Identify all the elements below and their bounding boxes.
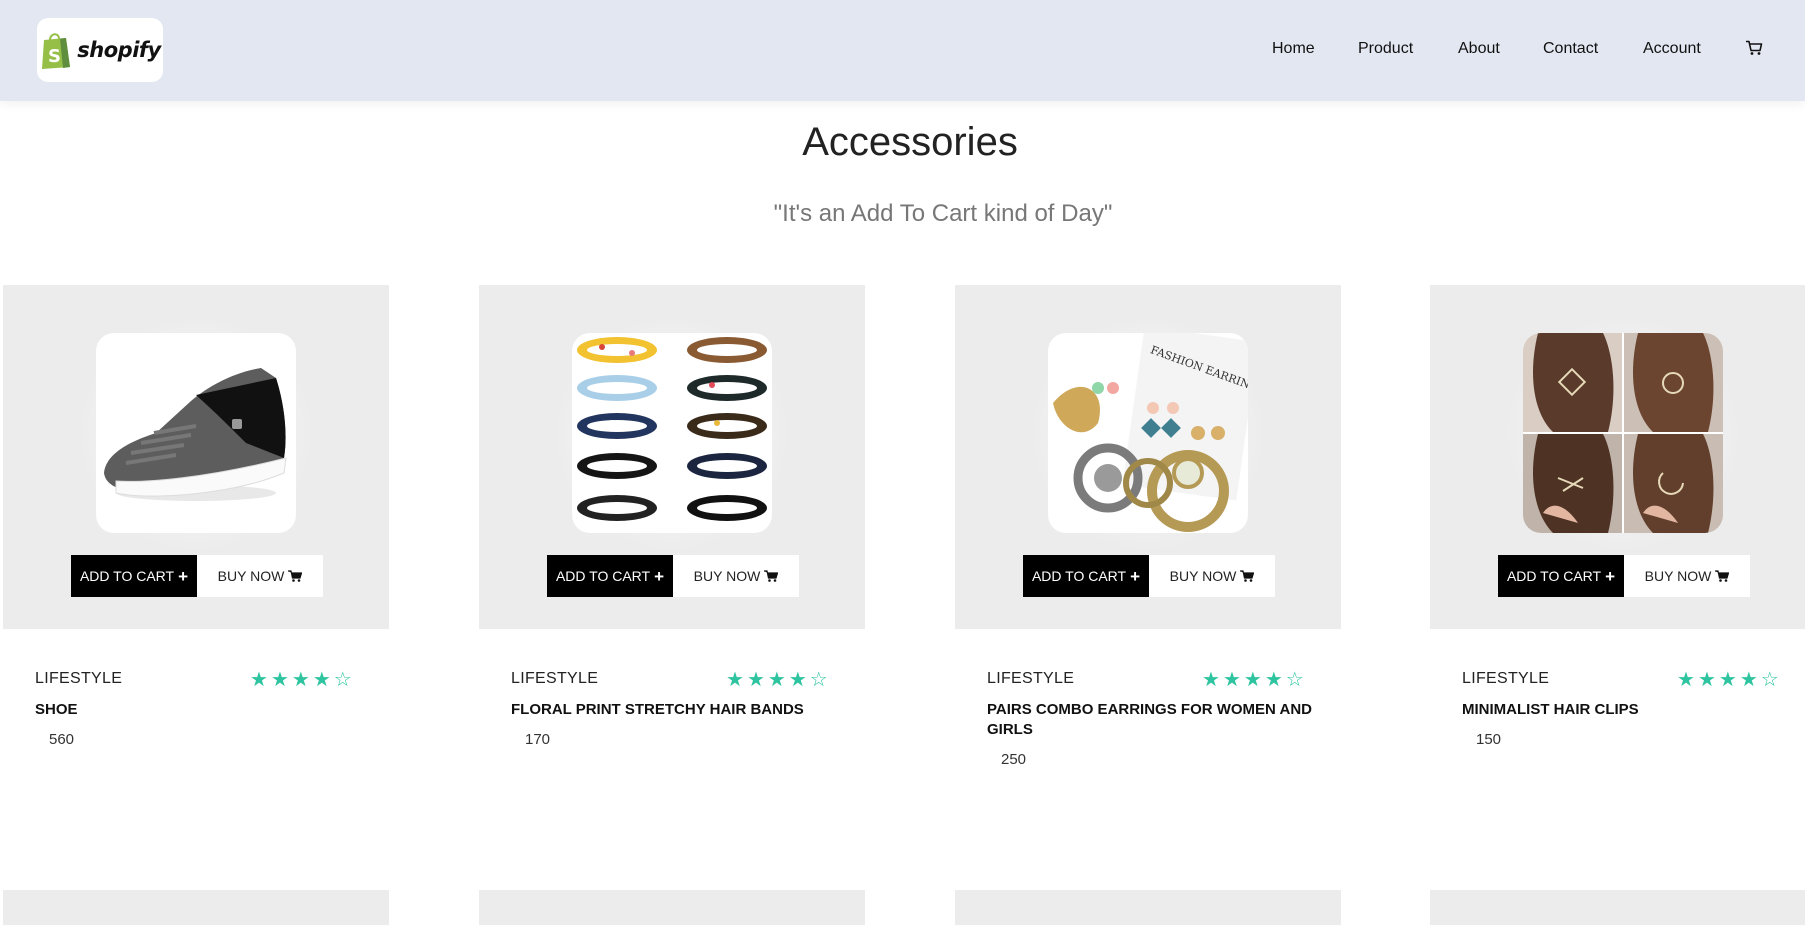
product-media: FASHION EARRINGS ADD TO CART + BUY NOW <box>955 285 1341 629</box>
star-filled-icon: ★ <box>1222 669 1241 691</box>
add-to-cart-button[interactable]: ADD TO CART + <box>547 555 673 597</box>
shopify-bag-icon: S <box>42 33 71 69</box>
nav-about[interactable]: About <box>1458 40 1500 58</box>
product-card: FASHION EARRINGS ADD TO CART + BUY NOW L… <box>955 285 1341 768</box>
earrings-image: FASHION EARRINGS <box>1053 333 1248 532</box>
star-filled-icon: ★ <box>312 669 331 691</box>
logo-text: shopify <box>77 38 161 62</box>
star-empty-icon: ☆ <box>809 669 828 691</box>
nav-home[interactable]: Home <box>1272 40 1315 58</box>
star-filled-icon: ★ <box>788 669 807 691</box>
product-card: ADD TO CART + BUY NOW LIFESTYLE ★ ★ ★ ★ … <box>3 285 389 748</box>
product-name[interactable]: MINIMALIST HAIR CLIPS <box>1462 700 1792 720</box>
cart-icon[interactable] <box>1745 40 1763 56</box>
product-name[interactable]: PAIRS COMBO EARRINGS FOR WOMEN AND GIRLS <box>987 700 1317 740</box>
nav-contact[interactable]: Contact <box>1543 40 1598 58</box>
add-to-cart-label: ADD TO CART <box>555 568 651 584</box>
product-category: LIFESTYLE <box>987 670 1075 687</box>
product-price: 170 <box>525 731 551 748</box>
plus-icon: + <box>1130 566 1141 586</box>
svg-text:S: S <box>48 46 61 67</box>
shoe-image <box>104 368 287 501</box>
buy-now-label: BUY NOW <box>217 568 285 584</box>
rating-stars: ★ ★ ★ ★ ☆ <box>250 670 352 690</box>
star-filled-icon: ★ <box>250 669 268 691</box>
buy-now-button[interactable]: BUY NOW <box>1149 555 1275 597</box>
buy-now-button[interactable]: BUY NOW <box>1624 555 1750 597</box>
star-filled-icon: ★ <box>1697 669 1716 691</box>
star-filled-icon: ★ <box>746 669 765 691</box>
cart-icon <box>764 570 779 582</box>
hair-bands-image <box>577 337 767 521</box>
product-media: ADD TO CART + BUY NOW <box>479 285 865 629</box>
add-to-cart-label: ADD TO CART <box>79 568 175 584</box>
product-card: ADD TO CART + BUY NOW LIFESTYLE ★ ★ ★ ★ … <box>1430 285 1805 748</box>
product-category: LIFESTYLE <box>511 670 599 687</box>
star-filled-icon: ★ <box>1718 669 1737 691</box>
nav-product[interactable]: Product <box>1358 40 1413 58</box>
navbar: S shopify Home Product About Contact Acc… <box>0 0 1805 101</box>
star-filled-icon: ★ <box>726 669 744 691</box>
product-image[interactable] <box>572 333 772 533</box>
star-filled-icon: ★ <box>1739 669 1758 691</box>
star-filled-icon: ★ <box>1202 669 1220 691</box>
buy-now-label: BUY NOW <box>1644 568 1712 584</box>
plus-icon: + <box>178 566 189 586</box>
plus-icon: + <box>1605 566 1616 586</box>
star-filled-icon: ★ <box>270 669 289 691</box>
product-card-partial <box>479 890 865 925</box>
product-image[interactable]: FASHION EARRINGS <box>1048 333 1248 533</box>
star-empty-icon: ☆ <box>1760 669 1779 691</box>
star-empty-icon: ☆ <box>333 669 352 691</box>
cart-icon <box>1715 570 1730 582</box>
product-card-partial <box>955 890 1341 925</box>
buy-now-label: BUY NOW <box>1169 568 1237 584</box>
page-subtitle: "It's an Add To Cart kind of Day" <box>773 200 1113 227</box>
product-card: ADD TO CART + BUY NOW LIFESTYLE ★ ★ ★ ★ … <box>479 285 865 748</box>
buy-now-label: BUY NOW <box>693 568 761 584</box>
buy-now-button[interactable]: BUY NOW <box>673 555 799 597</box>
star-filled-icon: ★ <box>1264 669 1283 691</box>
product-image[interactable] <box>1523 333 1723 533</box>
star-filled-icon: ★ <box>767 669 786 691</box>
star-empty-icon: ☆ <box>1285 669 1304 691</box>
rating-stars: ★ ★ ★ ★ ☆ <box>726 670 828 690</box>
product-price: 560 <box>49 731 75 748</box>
product-price: 250 <box>1001 751 1027 768</box>
product-media: ADD TO CART + BUY NOW <box>3 285 389 629</box>
product-category: LIFESTYLE <box>35 670 123 687</box>
add-to-cart-button[interactable]: ADD TO CART + <box>71 555 197 597</box>
star-filled-icon: ★ <box>1677 669 1695 691</box>
star-filled-icon: ★ <box>1243 669 1262 691</box>
add-to-cart-label: ADD TO CART <box>1031 568 1127 584</box>
rating-stars: ★ ★ ★ ★ ☆ <box>1202 670 1304 690</box>
product-media: ADD TO CART + BUY NOW <box>1430 285 1805 629</box>
add-to-cart-label: ADD TO CART <box>1506 568 1602 584</box>
nav-account[interactable]: Account <box>1643 40 1701 58</box>
product-name[interactable]: FLORAL PRINT STRETCHY HAIR BANDS <box>511 700 841 720</box>
product-category: LIFESTYLE <box>1462 670 1550 687</box>
cart-icon <box>1240 570 1255 582</box>
plus-icon: + <box>654 566 665 586</box>
add-to-cart-button[interactable]: ADD TO CART + <box>1023 555 1149 597</box>
shopify-logo[interactable]: S shopify <box>37 18 163 82</box>
product-card-partial <box>1430 890 1805 925</box>
product-price: 150 <box>1476 731 1502 748</box>
page-title: Accessories <box>802 120 1018 164</box>
add-to-cart-button[interactable]: ADD TO CART + <box>1498 555 1624 597</box>
rating-stars: ★ ★ ★ ★ ☆ <box>1677 670 1779 690</box>
product-image[interactable] <box>96 333 296 533</box>
product-card-partial <box>3 890 389 925</box>
cart-icon <box>288 570 303 582</box>
hair-clips-image <box>1523 333 1723 533</box>
buy-now-button[interactable]: BUY NOW <box>197 555 323 597</box>
star-filled-icon: ★ <box>291 669 310 691</box>
product-name[interactable]: SHOE <box>35 700 365 720</box>
